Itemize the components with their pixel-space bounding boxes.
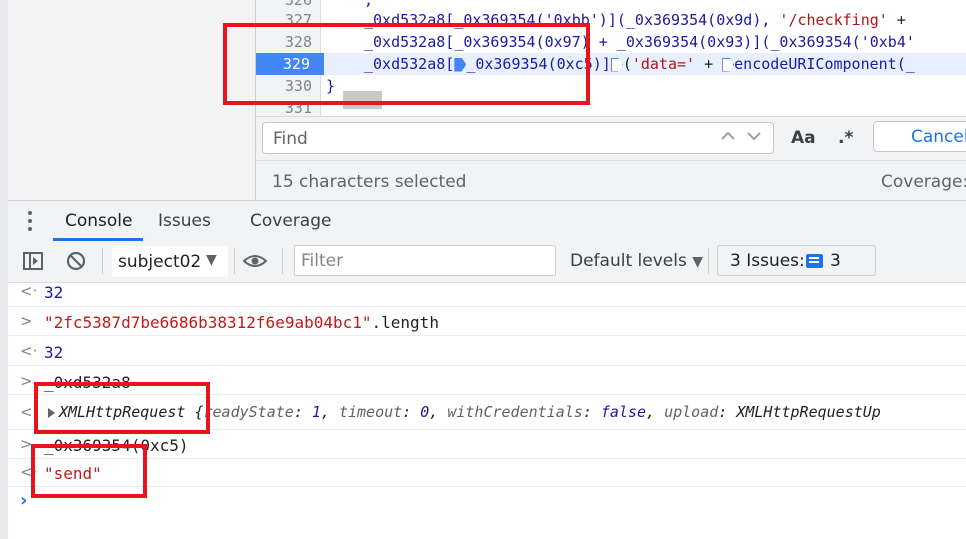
console-toolbar: subject02 ▼ Filter Default levels ▼ 3 Is…: [8, 241, 966, 283]
inline-breakpoint-icon[interactable]: [722, 57, 735, 72]
toolbar-divider: [234, 248, 235, 274]
input-chevron-icon: >: [20, 372, 33, 390]
annotation-box: [223, 23, 590, 105]
issue-message-icon: [806, 254, 823, 268]
toolbar-divider: [102, 248, 103, 274]
toolbar-divider: [708, 248, 709, 274]
console-input-row[interactable]: > _0x369354(0xc5): [8, 430, 966, 459]
selection-status: 15 characters selected: [272, 172, 467, 192]
annotation-box: [34, 382, 210, 434]
find-next-icon[interactable]: [746, 127, 762, 147]
drawer-tabbar: Console Issues Coverage: [8, 200, 966, 242]
console-output-row[interactable]: <· "send": [8, 459, 966, 487]
live-expression-eye-icon[interactable]: [242, 250, 268, 272]
console-prompt-row[interactable]: ›: [8, 487, 966, 517]
console-input-row[interactable]: > "2fc5387d7be6686b38312f6e9ab04bc1".len…: [8, 307, 966, 336]
tab-issues[interactable]: Issues: [158, 211, 211, 231]
issues-counter-button[interactable]: 3 Issues: 3: [717, 245, 876, 276]
inline-breakpoint-icon[interactable]: [610, 57, 623, 72]
filter-input[interactable]: Filter: [294, 245, 556, 276]
output-chevron-icon: <·: [20, 282, 38, 300]
context-selector[interactable]: subject02 ▼: [112, 246, 228, 277]
coverage-status[interactable]: Coverage:: [881, 172, 966, 192]
tab-coverage[interactable]: Coverage: [250, 211, 331, 231]
regex-button[interactable]: .*: [838, 128, 853, 148]
match-case-button[interactable]: Aa: [791, 128, 816, 148]
find-previous-icon[interactable]: [720, 127, 736, 147]
sidebar-toggle-icon[interactable]: [22, 250, 44, 272]
dropdown-caret-icon: ▼: [206, 252, 217, 268]
toolbar-divider: [282, 248, 283, 274]
cancel-button[interactable]: Cancel: [873, 121, 966, 152]
editor-status-bar: 15 characters selected Coverage:: [256, 160, 966, 201]
log-levels-dropdown[interactable]: Default levels ▼: [570, 251, 703, 271]
left-edge-rail: [0, 0, 8, 539]
navigator-panel: [8, 0, 255, 200]
console-output-row[interactable]: <· 32: [8, 282, 966, 307]
dropdown-caret-icon: ▼: [692, 254, 703, 270]
find-bar: Find Aa .* Cancel: [256, 116, 966, 160]
clear-console-icon[interactable]: [65, 250, 87, 272]
output-chevron-icon: <·: [20, 342, 38, 360]
tab-console[interactable]: Console: [65, 211, 133, 231]
find-input[interactable]: Find: [262, 122, 774, 154]
console-output-row[interactable]: <· 32: [8, 336, 966, 366]
input-chevron-icon: >: [20, 312, 33, 330]
annotation-box: [31, 444, 147, 498]
more-options-icon[interactable]: [27, 209, 33, 233]
console-prompt-icon: ›: [20, 490, 28, 511]
